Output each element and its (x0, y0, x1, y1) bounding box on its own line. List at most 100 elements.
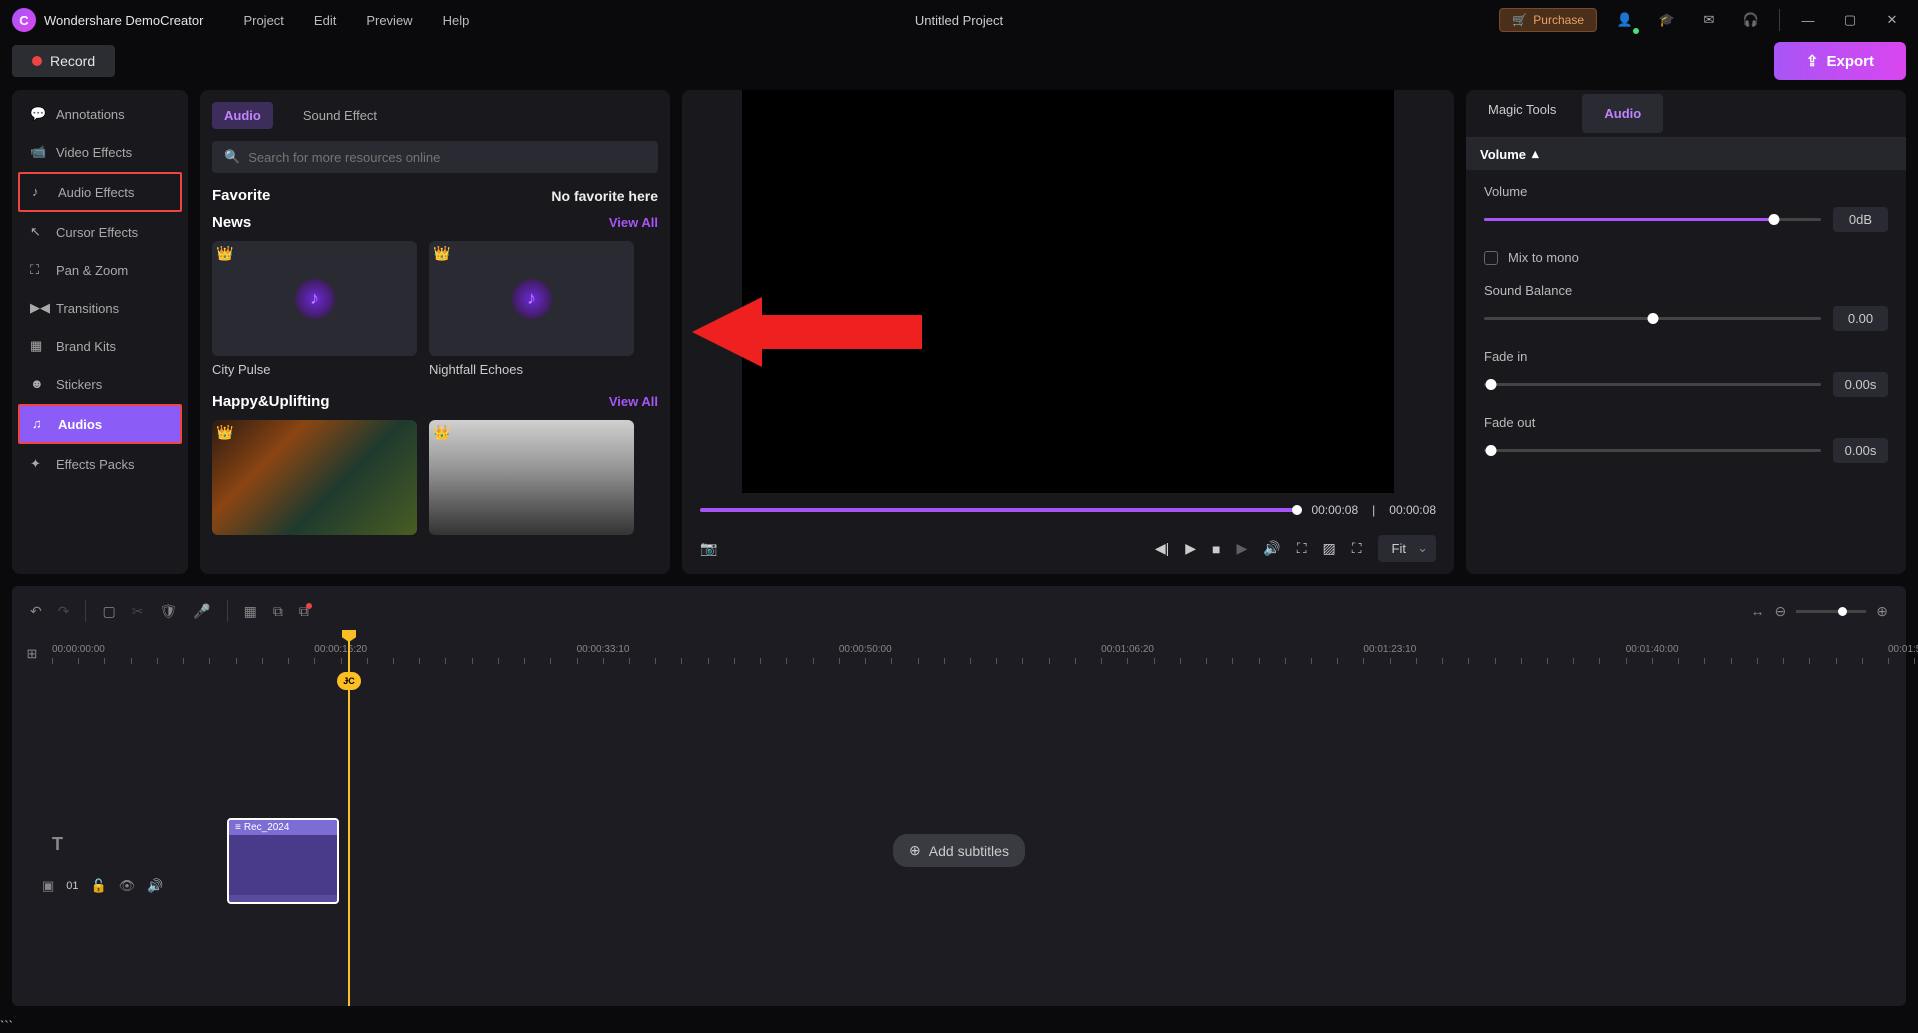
next-frame-icon[interactable]: ▶ (1236, 540, 1247, 557)
user-icon[interactable]: 👤 (1611, 6, 1639, 34)
sidebar-item-audios[interactable]: ♫Audios (18, 404, 182, 444)
graduation-icon[interactable]: 🎓 (1653, 6, 1681, 34)
view-all-happy[interactable]: View All (609, 394, 658, 409)
balance-value[interactable]: 0.00 (1833, 306, 1888, 331)
lock-icon[interactable]: 🔓 (91, 878, 107, 894)
safe-zone-icon[interactable]: ⛶ (1297, 540, 1307, 557)
eye-icon[interactable]: 👁 (119, 878, 136, 894)
stop-icon[interactable]: ■ (1212, 541, 1220, 557)
purchase-button[interactable]: 🛒 Purchase (1499, 8, 1597, 32)
annotations-icon: 💬 (30, 106, 46, 122)
close-icon[interactable]: ✕ (1878, 6, 1906, 34)
zoom-out-icon[interactable]: ⊖ (1775, 603, 1787, 620)
group-icon[interactable]: ⧉ (273, 603, 283, 620)
undo-icon[interactable]: ↶ (30, 603, 42, 620)
search-box[interactable]: 🔍 (212, 141, 658, 173)
search-input[interactable] (248, 150, 646, 165)
layout-icon[interactable]: ▦ (244, 603, 257, 620)
zoom-slider[interactable] (1796, 610, 1866, 613)
volume-section-head[interactable]: Volume▴ (1466, 138, 1906, 170)
ruler-mark: 00:01:56:20 (1888, 644, 1918, 655)
pan-zoom-icon: ⛶ (30, 262, 46, 278)
add-subtitles-button[interactable]: ⊕Add subtitles (893, 834, 1025, 867)
track-controls: ▣ 01 🔓 👁 🔊 (42, 878, 163, 894)
voiceover-icon[interactable]: 🎤 (193, 603, 210, 620)
tab-audio[interactable]: Audio (212, 102, 273, 129)
ruler-row: ⊞ 00:00:00:0000:00:16:2000:00:33:1000:00… (12, 644, 1906, 674)
export-button[interactable]: ⇪ Export (1774, 42, 1906, 80)
mail-icon[interactable]: ✉ (1695, 6, 1723, 34)
text-track-icon[interactable]: T (52, 834, 63, 855)
record-button[interactable]: Record (12, 45, 115, 77)
mix-mono-label: Mix to mono (1508, 250, 1579, 265)
fadeout-value[interactable]: 0.00s (1833, 438, 1888, 463)
view-all-news[interactable]: View All (609, 215, 658, 230)
news-section-head: News View All (212, 214, 658, 231)
snapshot-icon[interactable]: 📷 (700, 540, 717, 557)
fullscreen-icon[interactable]: ⛶ (1352, 540, 1362, 557)
export-icon: ⇪ (1806, 52, 1819, 70)
sidebar-item-video-effects[interactable]: 📹Video Effects (18, 134, 182, 170)
sidebar-label: Pan & Zoom (56, 263, 128, 278)
stickers-icon: ☻ (30, 376, 46, 392)
menu-help[interactable]: Help (443, 13, 470, 28)
volume-section-body: Volume 0dB Mix to mono Sound Balance 0.0… (1466, 170, 1906, 477)
ruler-mark: 00:00:00:00 (52, 644, 105, 655)
fit-label: Fit (1392, 541, 1406, 556)
prev-frame-icon[interactable]: ◀| (1155, 540, 1169, 557)
audio-card-happy-1[interactable]: 👑 (212, 420, 417, 535)
tab-audio[interactable]: Audio (1582, 94, 1663, 133)
mix-mono-checkbox[interactable] (1484, 251, 1498, 265)
fit-timeline-icon[interactable]: ↔ (1751, 603, 1765, 619)
fadein-value[interactable]: 0.00s (1833, 372, 1888, 397)
sidebar-item-transitions[interactable]: ▶◀Transitions (18, 290, 182, 326)
preview-canvas[interactable] (742, 90, 1394, 493)
volume-slider[interactable] (1484, 218, 1821, 221)
sidebar-label: Annotations (56, 107, 125, 122)
menu-edit[interactable]: Edit (314, 13, 336, 28)
news-cards: 👑♪ City Pulse 👑♪ Nightfall Echoes (212, 241, 658, 377)
redo-icon[interactable]: ↷ (58, 603, 70, 620)
sidebar-item-audio-effects[interactable]: ♪Audio Effects (18, 172, 182, 212)
audio-card-city-pulse[interactable]: 👑♪ City Pulse (212, 241, 417, 377)
split-icon[interactable]: ✂ (132, 603, 144, 620)
library-tabs: Audio Sound Effect (212, 102, 658, 129)
menu-project[interactable]: Project (243, 13, 283, 28)
play-icon[interactable]: ▶ (1185, 540, 1196, 557)
audio-card-nightfall-echoes[interactable]: 👑♪ Nightfall Echoes (429, 241, 634, 377)
sidebar-item-effects-packs[interactable]: ✦Effects Packs (18, 446, 182, 482)
zoom-in-icon[interactable]: ⊕ (1876, 603, 1888, 620)
sidebar-item-brand-kits[interactable]: ▦Brand Kits (18, 328, 182, 364)
volume-icon[interactable]: 🔊 (1263, 540, 1280, 557)
sidebar-label: Effects Packs (56, 457, 135, 472)
fadein-slider[interactable] (1484, 383, 1821, 386)
library-panel: Audio Sound Effect 🔍 Favorite No favorit… (200, 90, 670, 574)
sidebar-item-stickers[interactable]: ☻Stickers (18, 366, 182, 402)
playhead[interactable]: ɈC (348, 636, 350, 1006)
fadeout-slider[interactable] (1484, 449, 1821, 452)
crop-icon[interactable]: ▢ (102, 603, 115, 620)
sidebar-item-pan-zoom[interactable]: ⛶ Pan & Zoom (18, 252, 182, 288)
menu-preview[interactable]: Preview (366, 13, 412, 28)
tab-magic-tools[interactable]: Magic Tools (1466, 90, 1578, 137)
maximize-icon[interactable]: ▢ (1836, 6, 1864, 34)
add-subtitles-label: Add subtitles (929, 843, 1009, 859)
balance-slider[interactable] (1484, 317, 1821, 320)
fadeout-label: Fade out (1484, 415, 1888, 430)
record-screen-icon[interactable]: ⧉ (299, 603, 309, 620)
mix-mono-row[interactable]: Mix to mono (1484, 250, 1888, 265)
zoom-fit-select[interactable]: Fit (1378, 535, 1436, 562)
mute-icon[interactable]: 🔊 (147, 878, 163, 894)
marker-icon[interactable]: 🛡 (159, 603, 177, 620)
sidebar-item-cursor-effects[interactable]: ↖Cursor Effects (18, 214, 182, 250)
add-track-button[interactable]: ⊞ (12, 644, 52, 662)
volume-value[interactable]: 0dB (1833, 207, 1888, 232)
progress-bar[interactable] (700, 508, 1297, 512)
grid-icon[interactable]: ▨ (1323, 540, 1336, 557)
headset-icon[interactable]: 🎧 (1737, 6, 1765, 34)
tab-sound-effect[interactable]: Sound Effect (291, 102, 389, 129)
sidebar-item-annotations[interactable]: 💬 Annotations (18, 96, 182, 132)
audio-card-happy-2[interactable]: 👑 (429, 420, 634, 535)
timeline-clip[interactable]: ≡Rec_2024 (227, 818, 339, 904)
minimize-icon[interactable]: — (1794, 6, 1822, 34)
